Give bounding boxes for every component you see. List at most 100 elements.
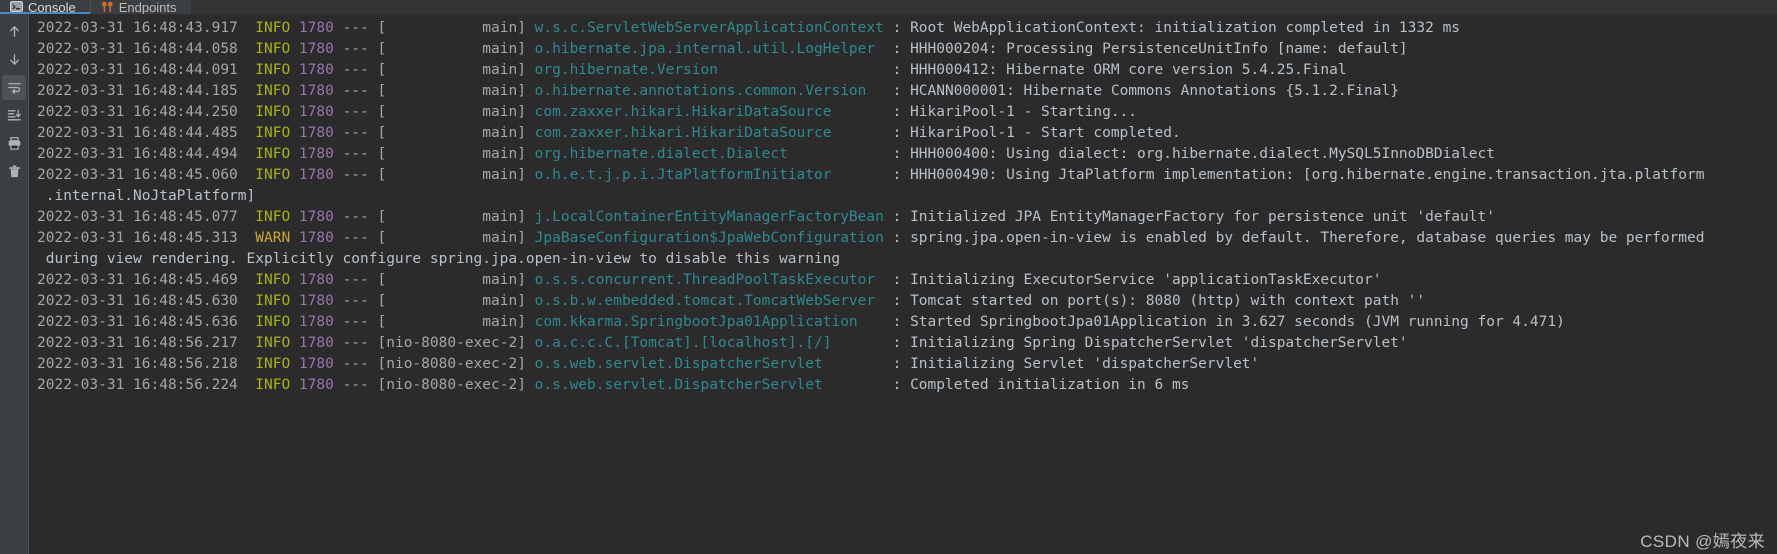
log-thread: [ main] [377, 41, 526, 57]
log-message: Completed initialization in 6 ms [910, 377, 1190, 393]
log-separator: --- [342, 41, 369, 57]
log-pid: 1780 [298, 41, 334, 57]
log-logger: o.s.web.servlet.DispatcherServlet [534, 356, 823, 372]
log-logger: com.zaxxer.hikari.HikariDataSource [534, 125, 832, 141]
log-separator: --- [342, 314, 369, 330]
log-message: HCANN000001: Hibernate Commons Annotatio… [910, 83, 1399, 99]
up-arrow-icon[interactable] [2, 19, 26, 44]
log-timestamp: 2022-03-31 16:48:45.469 [37, 272, 238, 288]
log-thread: [nio-8080-exec-2] [377, 377, 526, 393]
soft-wrap-icon[interactable] [2, 75, 26, 100]
log-level: INFO [255, 83, 291, 99]
log-thread: [ main] [377, 62, 526, 78]
log-message: Initializing Servlet 'dispatcherServlet' [910, 356, 1260, 372]
log-message: HHH000412: Hibernate ORM core version 5.… [910, 62, 1347, 78]
log-thread: [ main] [377, 125, 526, 141]
log-line: 2022-03-31 16:48:44.185 INFO 1780 --- [ … [29, 81, 1777, 102]
log-line: 2022-03-31 16:48:45.630 INFO 1780 --- [ … [29, 291, 1777, 312]
log-timestamp: 2022-03-31 16:48:44.250 [37, 104, 238, 120]
log-message: HHH000204: Processing PersistenceUnitInf… [910, 41, 1408, 57]
log-thread: [ main] [377, 230, 526, 246]
log-colon: : [892, 293, 902, 309]
log-separator: --- [342, 272, 369, 288]
log-colon: : [892, 125, 902, 141]
log-timestamp: 2022-03-31 16:48:45.060 [37, 167, 238, 183]
console-output: 2022-03-31 16:48:43.917 INFO 1780 --- [ … [29, 14, 1777, 396]
log-colon: : [892, 356, 902, 372]
log-separator: --- [342, 335, 369, 351]
log-level: INFO [255, 314, 291, 330]
log-level: INFO [255, 167, 291, 183]
log-message: HikariPool-1 - Starting... [910, 104, 1138, 120]
log-pid: 1780 [298, 209, 334, 225]
log-separator: --- [342, 209, 369, 225]
log-message: HHH000490: Using JtaPlatform implementat… [910, 167, 1705, 183]
log-separator: --- [342, 20, 369, 36]
log-pid: 1780 [298, 314, 334, 330]
log-logger: o.s.b.w.embedded.tomcat.TomcatWebServer [534, 293, 876, 309]
log-colon: : [892, 272, 902, 288]
log-message: HikariPool-1 - Start completed. [910, 125, 1181, 141]
log-thread: [ main] [377, 146, 526, 162]
tab-strip-filler [190, 0, 1777, 14]
log-separator: --- [342, 167, 369, 183]
log-pid: 1780 [298, 20, 334, 36]
log-separator: --- [342, 83, 369, 99]
log-timestamp: 2022-03-31 16:48:45.313 [37, 230, 238, 246]
console-body: 2022-03-31 16:48:43.917 INFO 1780 --- [ … [0, 14, 1777, 554]
log-logger: com.zaxxer.hikari.HikariDataSource [534, 104, 832, 120]
log-level: INFO [255, 272, 291, 288]
log-message: Initializing Spring DispatcherServlet 'd… [910, 335, 1408, 351]
console-tool-window: Console Endpoints 2022-03-31 16:48:43.91… [0, 0, 1777, 554]
log-colon: : [892, 104, 902, 120]
log-timestamp: 2022-03-31 16:48:56.217 [37, 335, 238, 351]
log-timestamp: 2022-03-31 16:48:44.494 [37, 146, 238, 162]
console-output-area[interactable]: 2022-03-31 16:48:43.917 INFO 1780 --- [ … [28, 14, 1777, 554]
log-timestamp: 2022-03-31 16:48:44.485 [37, 125, 238, 141]
trash-icon[interactable] [2, 159, 26, 184]
log-logger: j.LocalContainerEntityManagerFactoryBean [534, 209, 884, 225]
log-colon: : [892, 20, 902, 36]
log-logger: org.hibernate.Version [534, 62, 718, 78]
log-thread: [ main] [377, 209, 526, 225]
endpoints-icon [101, 0, 114, 13]
tab-console-label: Console [28, 0, 76, 14]
log-pid: 1780 [298, 272, 334, 288]
log-thread: [ main] [377, 83, 526, 99]
log-separator: --- [342, 356, 369, 372]
log-separator: --- [342, 146, 369, 162]
log-timestamp: 2022-03-31 16:48:44.091 [37, 62, 238, 78]
log-line: 2022-03-31 16:48:44.494 INFO 1780 --- [ … [29, 144, 1777, 165]
scroll-to-end-icon[interactable] [2, 103, 26, 128]
log-colon: : [892, 41, 902, 57]
log-level: INFO [255, 20, 291, 36]
log-level: INFO [255, 335, 291, 351]
log-level: INFO [255, 293, 291, 309]
print-icon[interactable] [2, 131, 26, 156]
log-level: INFO [255, 146, 291, 162]
log-colon: : [892, 83, 902, 99]
down-arrow-icon[interactable] [2, 47, 26, 72]
log-message: Started SpringbootJpa01Application in 3.… [910, 314, 1565, 330]
tab-console[interactable]: Console [0, 0, 90, 14]
log-pid: 1780 [298, 104, 334, 120]
log-logger: com.kkarma.SpringbootJpa01Application [534, 314, 858, 330]
log-line-continuation: .internal.NoJtaPlatform] [29, 186, 1777, 207]
log-level: INFO [255, 209, 291, 225]
log-thread: [nio-8080-exec-2] [377, 335, 526, 351]
log-logger: o.hibernate.jpa.internal.util.LogHelper [534, 41, 876, 57]
log-logger: o.hibernate.annotations.common.Version [534, 83, 867, 99]
log-pid: 1780 [298, 83, 334, 99]
log-logger: org.hibernate.dialect.Dialect [534, 146, 788, 162]
log-colon: : [892, 314, 902, 330]
log-line: 2022-03-31 16:48:45.636 INFO 1780 --- [ … [29, 312, 1777, 333]
log-timestamp: 2022-03-31 16:48:44.185 [37, 83, 238, 99]
log-line: 2022-03-31 16:48:44.091 INFO 1780 --- [ … [29, 60, 1777, 81]
tab-endpoints[interactable]: Endpoints [91, 0, 191, 14]
log-message: HHH000400: Using dialect: org.hibernate.… [910, 146, 1495, 162]
log-colon: : [892, 209, 902, 225]
log-pid: 1780 [298, 167, 334, 183]
log-colon: : [892, 167, 902, 183]
tab-endpoints-label: Endpoints [118, 0, 177, 14]
log-level: INFO [255, 41, 291, 57]
